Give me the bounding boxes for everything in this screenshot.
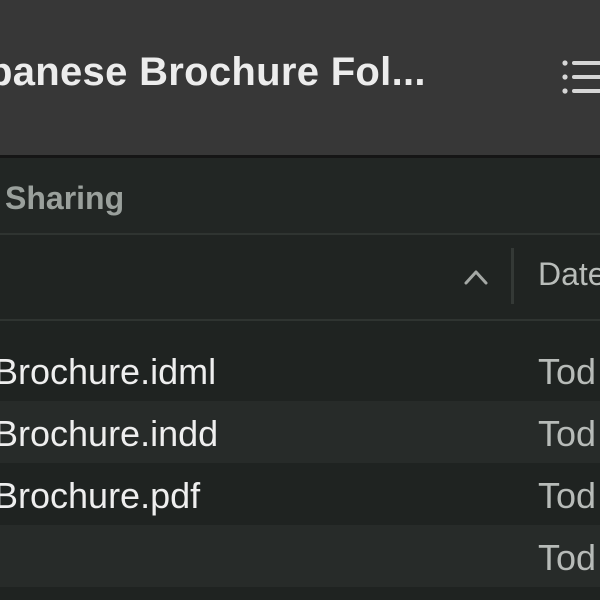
file-row[interactable]: Tod [0,525,600,587]
column-header-date[interactable]: Date [538,256,600,293]
column-separator[interactable] [511,248,514,304]
window-title: panese Brochure Fol... [0,50,426,94]
file-row[interactable]: Brochure.idml Tod [0,339,600,401]
file-date: Tod [538,475,597,516]
file-row[interactable]: Brochure.pdf Tod [0,463,600,525]
file-name: Brochure.idml [0,351,217,392]
file-name: Brochure.pdf [0,475,201,516]
list-view-icon[interactable] [560,57,600,97]
file-name: Brochure.indd [0,413,219,454]
column-header-row[interactable] [0,235,600,320]
sharing-section-label: Sharing [5,180,125,216]
file-date: Tod [538,351,597,392]
file-row[interactable]: Brochure.indd Tod [0,401,600,463]
file-date: Tod [538,413,597,454]
chevron-up-icon[interactable] [463,268,489,286]
header-divider [0,319,600,321]
file-date: Tod [538,537,597,578]
